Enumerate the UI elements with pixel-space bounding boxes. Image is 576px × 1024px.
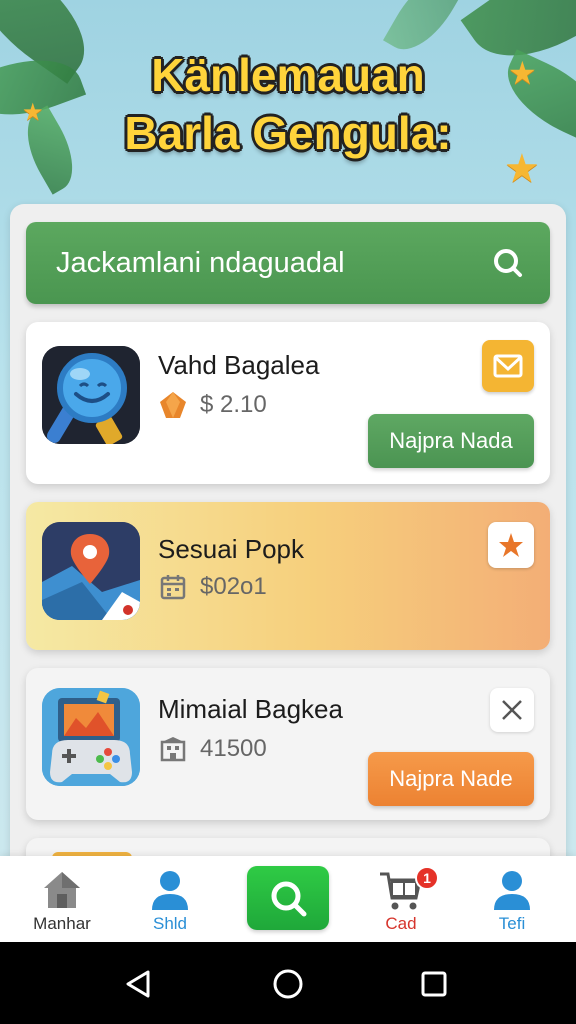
cart-count-badge: 1: [415, 866, 439, 890]
home-button[interactable]: [268, 964, 308, 1004]
back-button[interactable]: [118, 964, 158, 1004]
star-icon: [499, 533, 523, 557]
nav-item-account[interactable]: Tefi: [462, 866, 562, 934]
nav-search-button[interactable]: [247, 866, 329, 930]
app-name: Mimaial Bagkea: [158, 694, 343, 724]
circle-home-icon: [273, 969, 303, 999]
search-icon: [271, 881, 307, 917]
title-line-1: Känlemauan: [151, 49, 425, 101]
person-icon: [462, 866, 562, 914]
app-name: Vahd Bagalea: [158, 350, 320, 380]
action-button[interactable]: Najpra Nade: [368, 752, 534, 806]
person-icon: [120, 866, 220, 914]
title-line-2: Barla Gengula:: [124, 107, 452, 159]
nav-label-cart: Cad: [385, 914, 417, 933]
action-button[interactable]: Najpra Nada: [368, 414, 534, 468]
nav-item-cart[interactable]: 1 Cad: [351, 866, 451, 934]
app-icon-map[interactable]: [42, 522, 140, 620]
square-recents-icon: [421, 971, 447, 997]
favorite-button[interactable]: [488, 522, 534, 568]
bottom-navigation: Manhar Shld 1 Cad Tefi: [0, 856, 576, 942]
price-row: $ 2.10: [158, 390, 267, 420]
search-input[interactable]: Jackamlani ndaguadal: [56, 247, 478, 280]
app-card[interactable]: Sesuai Popk $02o1: [26, 502, 550, 650]
remove-button[interactable]: [490, 688, 534, 732]
app-price: $ 2.10: [200, 391, 267, 418]
calendar-icon: [158, 572, 188, 602]
page-title: Känlemauan Barla Gengula:: [0, 46, 576, 162]
app-card[interactable]: Vahd Bagalea $ 2.10 Najpra Nada: [26, 322, 550, 484]
close-icon: [502, 700, 522, 720]
app-icon-magnifier[interactable]: [42, 346, 140, 444]
nav-item-profile[interactable]: Shld: [120, 866, 220, 934]
nav-item-home[interactable]: Manhar: [12, 866, 112, 934]
app-name: Sesuai Popk: [158, 534, 304, 564]
building-icon: [158, 734, 188, 764]
home-icon: [12, 866, 112, 914]
cart-icon: 1: [351, 866, 451, 914]
back-icon: [126, 970, 150, 998]
search-bar[interactable]: Jackamlani ndaguadal: [26, 222, 550, 304]
system-navigation-bar: [0, 942, 576, 1024]
app-price: 41500: [200, 735, 267, 762]
search-icon[interactable]: [478, 233, 538, 293]
nav-label-home: Manhar: [33, 914, 91, 933]
nav-label-account: Tefi: [498, 914, 526, 933]
app-icon-gamepad[interactable]: [42, 688, 140, 786]
app-card[interactable]: Mimaial Bagkea 41500 Najpra Nade: [26, 668, 550, 820]
gem-icon: [158, 390, 188, 420]
app-price: $02o1: [200, 573, 267, 600]
price-row: $02o1: [158, 572, 267, 602]
message-button[interactable]: [482, 340, 534, 392]
app-screen: ★ ★ ★ Känlemauan Barla Gengula: Jackamla…: [0, 0, 576, 942]
nav-label-profile: Shld: [152, 914, 188, 933]
recents-button[interactable]: [414, 964, 454, 1004]
mail-icon: [493, 354, 523, 378]
price-row: 41500: [158, 734, 267, 764]
